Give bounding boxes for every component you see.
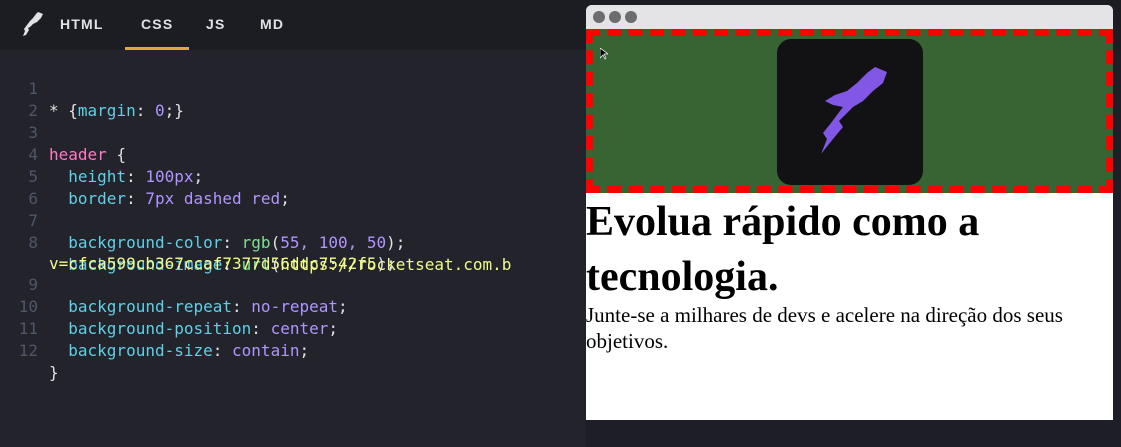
line-number: 12 — [18, 341, 38, 360]
window-dot-icon — [609, 11, 621, 23]
code-line: 5 border: 7px dashed red; — [0, 144, 289, 208]
window-dot-icon — [593, 11, 605, 23]
mouse-cursor-icon — [600, 48, 608, 60]
rocketseat-logo — [777, 39, 923, 185]
code-line: 7 background-color: rgb(55, 100, 50); — [0, 188, 405, 252]
tab-css[interactable]: CSS — [124, 16, 190, 50]
code-line: 9 background-repeat: no-repeat; — [0, 252, 347, 316]
preview-paragraph: Junte-se a milhares de devs e acelere na… — [586, 303, 1063, 353]
tab-js[interactable]: JS — [206, 16, 226, 50]
rocketseat-logo-icon — [23, 12, 43, 36]
rocket-icon — [821, 67, 887, 154]
tab-html[interactable]: HTML — [60, 16, 104, 50]
code-line: 4 height: 100px; — [0, 122, 203, 186]
code-editor[interactable]: 1 * {margin: 0;} 2 3 header { 4 height: … — [0, 50, 586, 447]
code-line: 11 background-size: contain; — [0, 296, 309, 360]
tab-md[interactable]: MD — [260, 16, 284, 50]
code-line: 2 — [0, 78, 39, 120]
code-line: 1 * {margin: 0;} — [0, 56, 184, 120]
code-line: 10 background-position: center; — [0, 274, 338, 338]
preview-window: Evolua rápido como a tecnologia. Junte-s… — [586, 5, 1113, 420]
code-line: 8 background-image: url(https://rocketse… — [0, 210, 511, 274]
code-line-wrapped: v=cfca599cb367ccaf7377d56ddc7542f5); — [49, 254, 396, 273]
code-line: 12 } — [0, 318, 59, 382]
code-line: 6 — [0, 166, 39, 208]
window-dot-icon — [625, 11, 637, 23]
preview-header — [586, 29, 1113, 193]
preview-title-bar — [586, 5, 1113, 29]
code-line: 3 header { — [0, 100, 126, 164]
preview-heading: Evolua rápido como a tecnologia. — [586, 199, 980, 300]
